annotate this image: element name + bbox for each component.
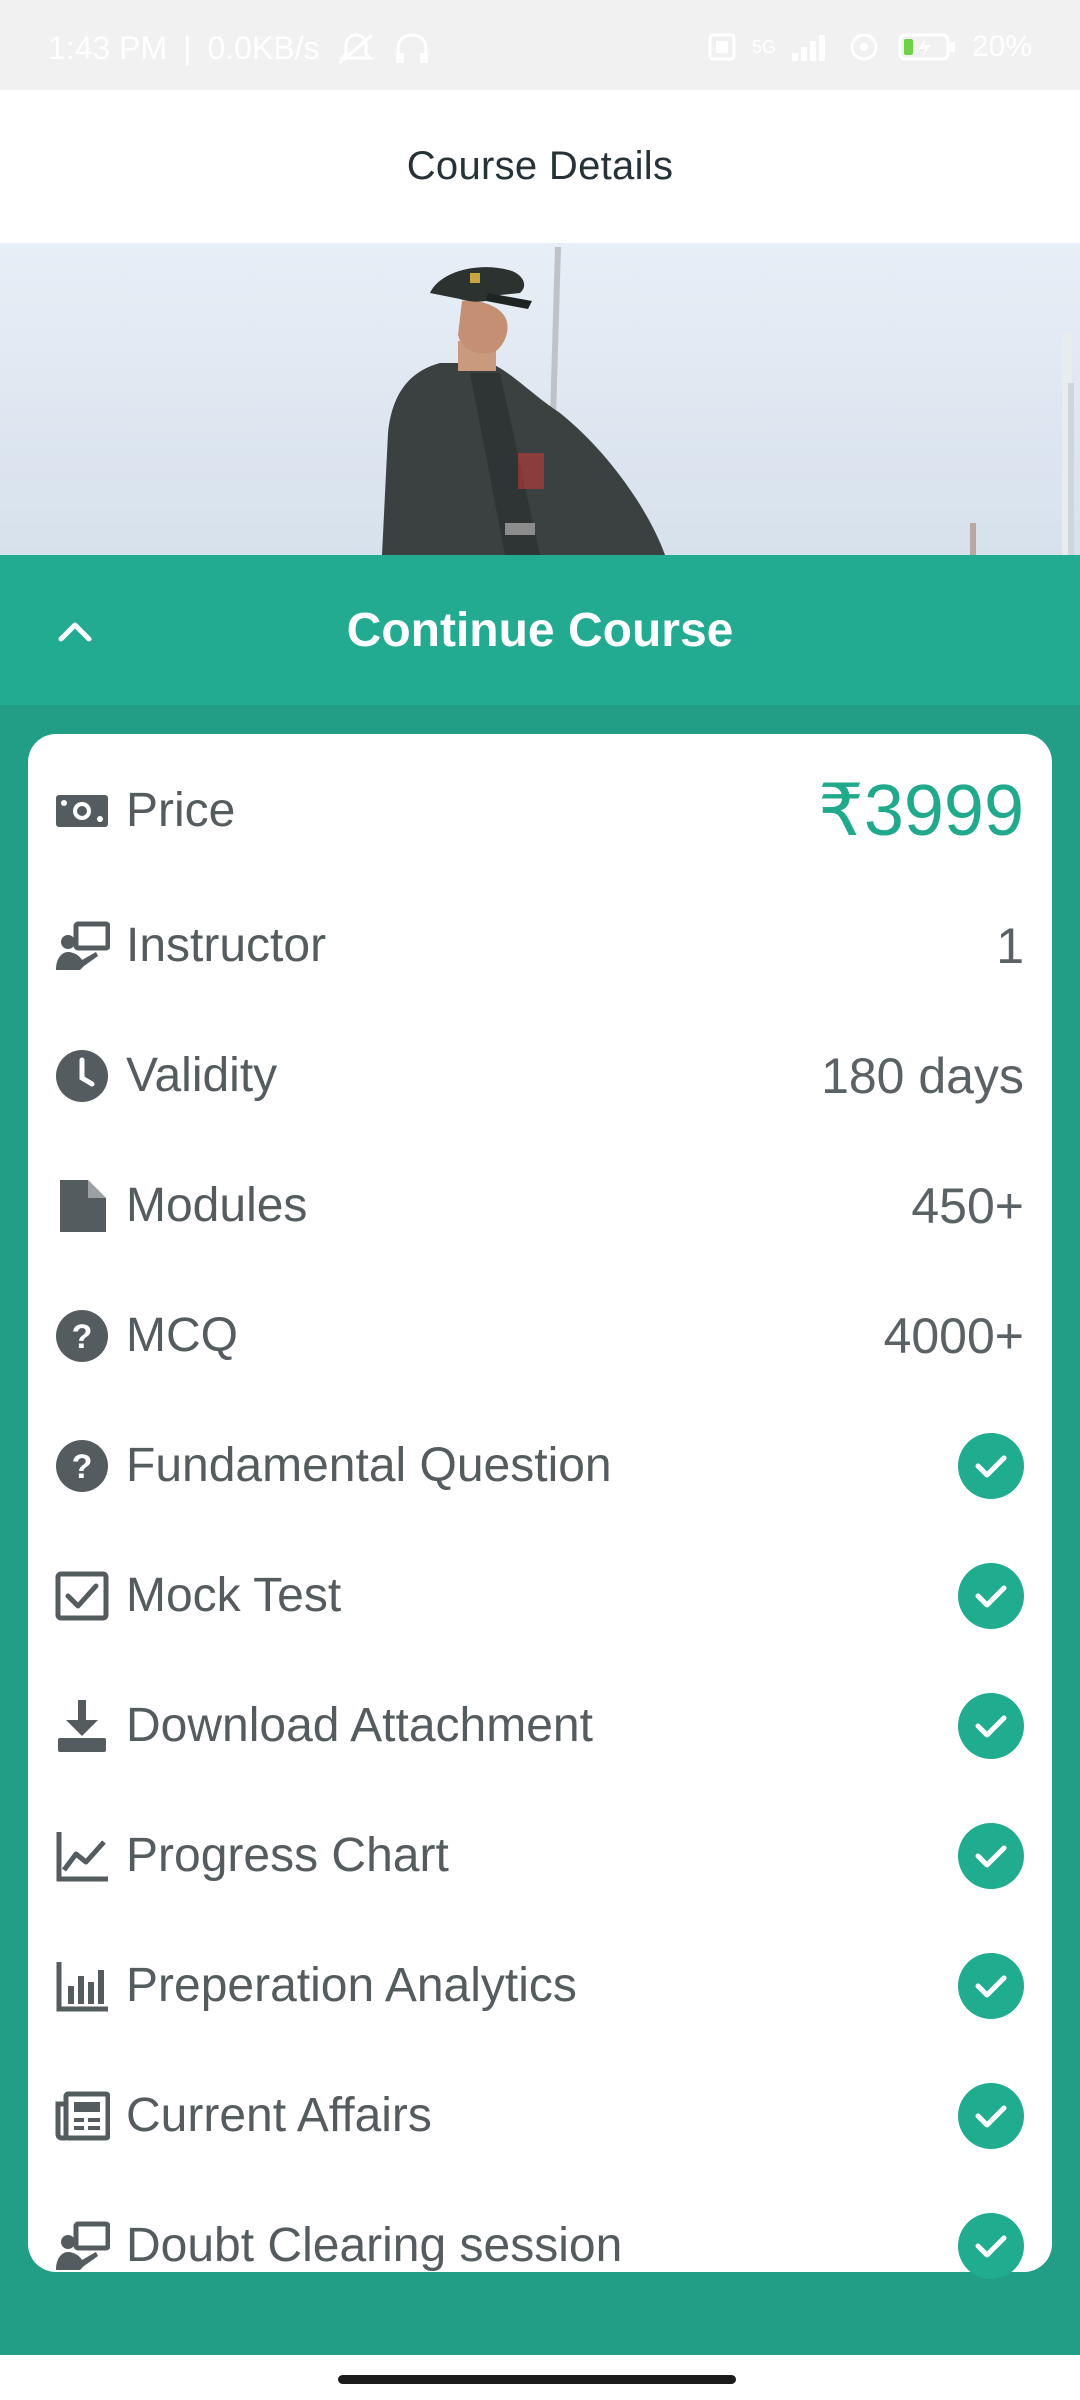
signal-icon — [790, 31, 830, 63]
check-circle-icon — [958, 1693, 1024, 1759]
detail-row-doubt-clearing-session: Doubt Clearing session — [28, 2191, 1052, 2301]
check-circle-icon — [958, 1823, 1024, 1889]
detail-row-current-affairs: Current Affairs — [28, 2061, 1052, 2171]
headset-icon — [392, 31, 432, 67]
battery-icon — [898, 31, 958, 63]
status-right: 5G 20% — [706, 30, 1032, 64]
question-icon: ? — [54, 1308, 110, 1364]
detail-value: 1 — [996, 918, 1024, 974]
newspaper-icon — [54, 2088, 110, 2144]
download-icon — [54, 1698, 110, 1754]
course-sheet: Continue Course Price ₹3999 Instructor 1… — [0, 555, 1080, 2355]
svg-text:?: ? — [72, 1448, 93, 1486]
price-value: ₹3999 — [818, 771, 1024, 851]
network-type: 5G — [751, 36, 776, 57]
detail-label: Preperation Analytics — [126, 1959, 577, 2012]
check-circle-icon — [958, 1953, 1024, 2019]
continue-course-bar[interactable]: Continue Course — [0, 555, 1080, 705]
detail-label: Validity — [126, 1049, 278, 1102]
detail-row-instructor: Instructor 1 — [28, 891, 1052, 1001]
banner-illustration — [0, 243, 1080, 555]
detail-row-modules: Modules 450+ — [28, 1151, 1052, 1261]
money-icon — [54, 783, 110, 839]
detail-label: Fundamental Question — [126, 1439, 612, 1492]
detail-value: 180 days — [821, 1048, 1024, 1104]
screen: 1:43 PM | 0.0KB/s 5G 20% Course Details … — [0, 0, 1080, 2400]
detail-row-fundamental-question: ? Fundamental Question — [28, 1411, 1052, 1521]
instructor-icon — [54, 2218, 110, 2274]
continue-course-button[interactable]: Continue Course — [347, 603, 734, 658]
question-icon: ? — [54, 1438, 110, 1494]
bar-chart-icon — [54, 1958, 110, 2014]
detail-label: Price — [126, 784, 236, 837]
detail-label: Modules — [126, 1179, 308, 1232]
status-time: 1:43 PM — [48, 30, 168, 66]
clock-icon — [54, 1048, 110, 1104]
line-chart-icon — [54, 1828, 110, 1884]
instructor-icon — [54, 918, 110, 974]
detail-label: Instructor — [126, 919, 327, 972]
document-icon — [54, 1178, 110, 1234]
detail-label: Download Attachment — [126, 1699, 593, 1752]
detail-label: Progress Chart — [126, 1829, 449, 1882]
detail-row-mock-test: Mock Test — [28, 1541, 1052, 1651]
status-separator: | — [183, 30, 192, 66]
sim-icon — [706, 31, 738, 63]
detail-label: Mock Test — [126, 1569, 342, 1622]
hotspot-icon — [844, 31, 884, 63]
checkbox-icon — [54, 1568, 110, 1624]
status-left: 1:43 PM | 0.0KB/s — [48, 30, 432, 67]
detail-value: 4000+ — [883, 1308, 1024, 1364]
status-bar: 1:43 PM | 0.0KB/s 5G 20% — [0, 0, 1080, 90]
detail-label: Doubt Clearing session — [126, 2219, 623, 2272]
status-speed: 0.0KB/s — [207, 30, 320, 66]
check-circle-icon — [958, 1433, 1024, 1499]
mute-icon — [336, 31, 376, 67]
detail-row-progress-chart: Progress Chart — [28, 1801, 1052, 1911]
course-details-card: Price ₹3999 Instructor 1 Validity 180 da… — [28, 734, 1052, 2279]
navigation-bar — [0, 2355, 1080, 2400]
detail-row-mcq: ? MCQ 4000+ — [28, 1281, 1052, 1391]
check-circle-icon — [958, 1563, 1024, 1629]
svg-text:?: ? — [72, 1318, 93, 1356]
detail-value: 450+ — [911, 1178, 1024, 1234]
course-banner-image — [0, 243, 1080, 555]
chevron-up-icon[interactable] — [40, 595, 110, 665]
page-title: Course Details — [406, 144, 674, 188]
detail-row-download-attachment: Download Attachment — [28, 1671, 1052, 1781]
check-circle-icon — [958, 2213, 1024, 2279]
detail-label: MCQ — [126, 1309, 238, 1362]
battery-percent: 20% — [971, 30, 1032, 63]
home-indicator[interactable] — [338, 2375, 736, 2384]
detail-row-price: Price ₹3999 — [28, 756, 1052, 866]
app-bar: Course Details — [0, 90, 1080, 243]
check-circle-icon — [958, 2083, 1024, 2149]
detail-row-preperation-analytics: Preperation Analytics — [28, 1931, 1052, 2041]
detail-label: Current Affairs — [126, 2089, 432, 2142]
detail-row-validity: Validity 180 days — [28, 1021, 1052, 1131]
